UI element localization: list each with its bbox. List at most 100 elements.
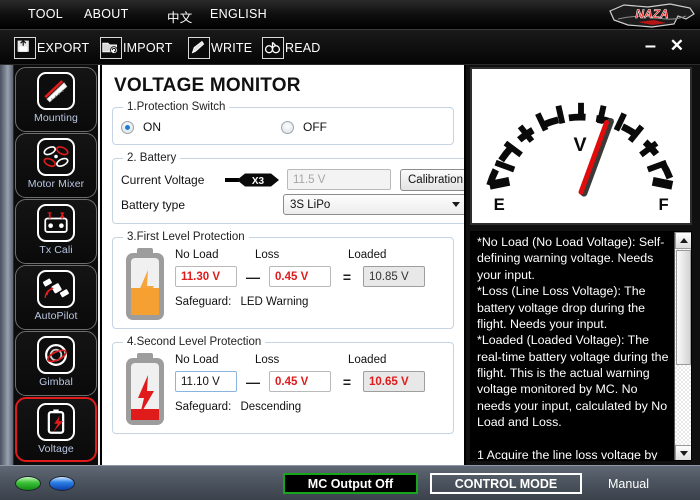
read-label: READ: [285, 40, 321, 55]
control-mode-value: Manual: [608, 477, 649, 491]
caret-up-icon: [679, 238, 688, 243]
read-button[interactable]: READ: [262, 34, 321, 61]
sidebar: Mounting Motor Mixer T X Tx Cali AutoPil…: [14, 65, 100, 465]
sidebar-label-mounting: Mounting: [34, 112, 78, 124]
svg-text:T: T: [48, 212, 53, 220]
write-icon: [188, 36, 210, 59]
toolbar: EXPORT IMPORT WRITE READ – ✕: [0, 30, 700, 65]
help-text: *No Load (No Load Voltage): Self-definin…: [477, 235, 669, 461]
mc-output-status[interactable]: MC Output Off: [283, 473, 418, 494]
sl-safeguard-value: Descending: [240, 401, 302, 413]
radio-off-label: OFF: [303, 120, 327, 134]
battery-legend: 2. Battery: [127, 152, 177, 164]
scroll-down-button[interactable]: [675, 445, 691, 460]
sidebar-item-motor-mixer[interactable]: Motor Mixer: [15, 133, 97, 198]
export-button[interactable]: EXPORT: [14, 34, 89, 61]
battery-type-label: Battery type: [121, 197, 186, 212]
gimbal-icon: [37, 336, 75, 374]
sidebar-item-tx-cali[interactable]: T X Tx Cali: [15, 199, 97, 264]
import-icon: [100, 36, 122, 59]
write-label: WRITE: [211, 40, 253, 55]
battery-orange-icon: [123, 248, 167, 322]
sl-noload-field[interactable]: 11.10 V: [175, 371, 237, 392]
sl-col-loss: Loss: [255, 354, 280, 366]
read-icon: [262, 36, 284, 59]
main-panel: VOLTAGE MONITOR 1.Protection Switch ON O…: [102, 65, 464, 465]
calibration-button[interactable]: Calibration: [400, 168, 464, 191]
first-level-legend: 3.First Level Protection: [127, 231, 245, 243]
motor-mixer-icon: [37, 138, 75, 176]
sidebar-item-gimbal[interactable]: Gimbal: [15, 331, 97, 396]
sidebar-item-mounting[interactable]: Mounting: [15, 67, 97, 132]
menu-item-about[interactable]: ABOUT: [84, 7, 129, 21]
sidebar-label-motor-mixer: Motor Mixer: [27, 178, 85, 190]
sidebar-label-gimbal: Gimbal: [39, 376, 73, 388]
svg-text:X3: X3: [252, 176, 265, 187]
naza-logo: NAZA: [609, 3, 695, 28]
page-title: VOLTAGE MONITOR: [114, 75, 301, 96]
fl-minus-operator: —: [246, 268, 260, 285]
sidebar-item-voltage[interactable]: Voltage: [15, 397, 97, 462]
left-scrollbar[interactable]: [0, 65, 14, 465]
battery-type-select[interactable]: 3S LiPo: [283, 194, 464, 215]
autopilot-icon: [37, 270, 75, 308]
radio-protection-on[interactable]: ON: [121, 120, 281, 134]
write-button[interactable]: WRITE: [188, 34, 252, 61]
close-button[interactable]: ✕: [670, 35, 684, 57]
fl-col-noload: No Load: [175, 249, 219, 261]
status-bar: MC Output Off CONTROL MODE Manual: [0, 465, 700, 500]
sl-col-loaded: Loaded: [348, 354, 387, 366]
help-scrollbar[interactable]: [674, 232, 691, 460]
scroll-up-button[interactable]: [675, 232, 691, 249]
minimize-button[interactable]: –: [645, 35, 656, 57]
import-button[interactable]: IMPORT: [100, 34, 173, 61]
help-text-box: *No Load (No Load Voltage): Self-definin…: [470, 231, 692, 461]
menu-item-english[interactable]: ENGLISH: [210, 7, 267, 21]
current-voltage-field[interactable]: 11.5 V: [287, 169, 391, 190]
sl-equals-operator: =: [342, 373, 352, 390]
svg-text:X: X: [60, 212, 65, 220]
voltage-gauge: E F V: [470, 67, 692, 225]
sidebar-label-tx-cali: Tx Cali: [39, 244, 73, 256]
logo-text: NAZA: [635, 7, 668, 21]
fl-equals-operator: =: [342, 268, 352, 285]
sl-loaded-field: 10.65 V: [363, 371, 425, 392]
fl-loss-field[interactable]: 0.45 V: [269, 266, 331, 287]
sl-loss-field[interactable]: 0.45 V: [269, 371, 331, 392]
sidebar-label-autopilot: AutoPilot: [34, 310, 78, 322]
radio-off-indicator: [281, 120, 294, 134]
sidebar-label-voltage: Voltage: [38, 443, 74, 455]
status-led-blue: [49, 476, 75, 491]
tx-cali-icon: T X: [37, 204, 75, 242]
first-level-group: 3.First Level Protection No Load Loss Lo…: [112, 231, 454, 329]
menu-bar: TOOL ABOUT 中文 ENGLISH NAZA: [0, 0, 700, 30]
fl-safeguard-value: LED Warning: [240, 296, 309, 308]
battery-type-value: 3S LiPo: [290, 198, 331, 211]
radio-on-label: ON: [143, 120, 161, 134]
chevron-down-icon: [452, 202, 460, 207]
mounting-icon: [37, 72, 75, 110]
sl-minus-operator: —: [246, 373, 260, 390]
fl-safeguard-label: Safeguard:: [175, 296, 232, 308]
fl-col-loaded: Loaded: [348, 249, 387, 261]
gauge-full-label: F: [659, 195, 669, 214]
status-led-green: [15, 476, 41, 491]
current-voltage-label: Current Voltage: [121, 172, 205, 187]
radio-protection-off[interactable]: OFF: [281, 120, 327, 134]
fl-noload-field[interactable]: 11.30 V: [175, 266, 237, 287]
export-label: EXPORT: [37, 40, 90, 55]
sidebar-item-autopilot[interactable]: AutoPilot: [15, 265, 97, 330]
sl-safeguard-label: Safeguard:: [175, 401, 232, 413]
gauge-unit-label: V: [573, 134, 586, 156]
menu-item-chinese[interactable]: 中文: [167, 7, 193, 26]
menu-item-tool[interactable]: TOOL: [28, 7, 63, 21]
gauge-empty-label: E: [494, 195, 505, 214]
radio-on-indicator: [121, 120, 134, 134]
scrollbar-thumb[interactable]: [676, 250, 691, 365]
second-level-legend: 4.Second Level Protection: [127, 336, 262, 348]
fl-loaded-field: 10.85 V: [363, 266, 425, 287]
x3-multiplier-badge: X3: [225, 172, 283, 188]
fl-col-loss: Loss: [255, 249, 280, 261]
right-panel: E F V *No Load (No Load Voltage): Self-d…: [466, 65, 700, 465]
export-icon: [14, 36, 36, 59]
